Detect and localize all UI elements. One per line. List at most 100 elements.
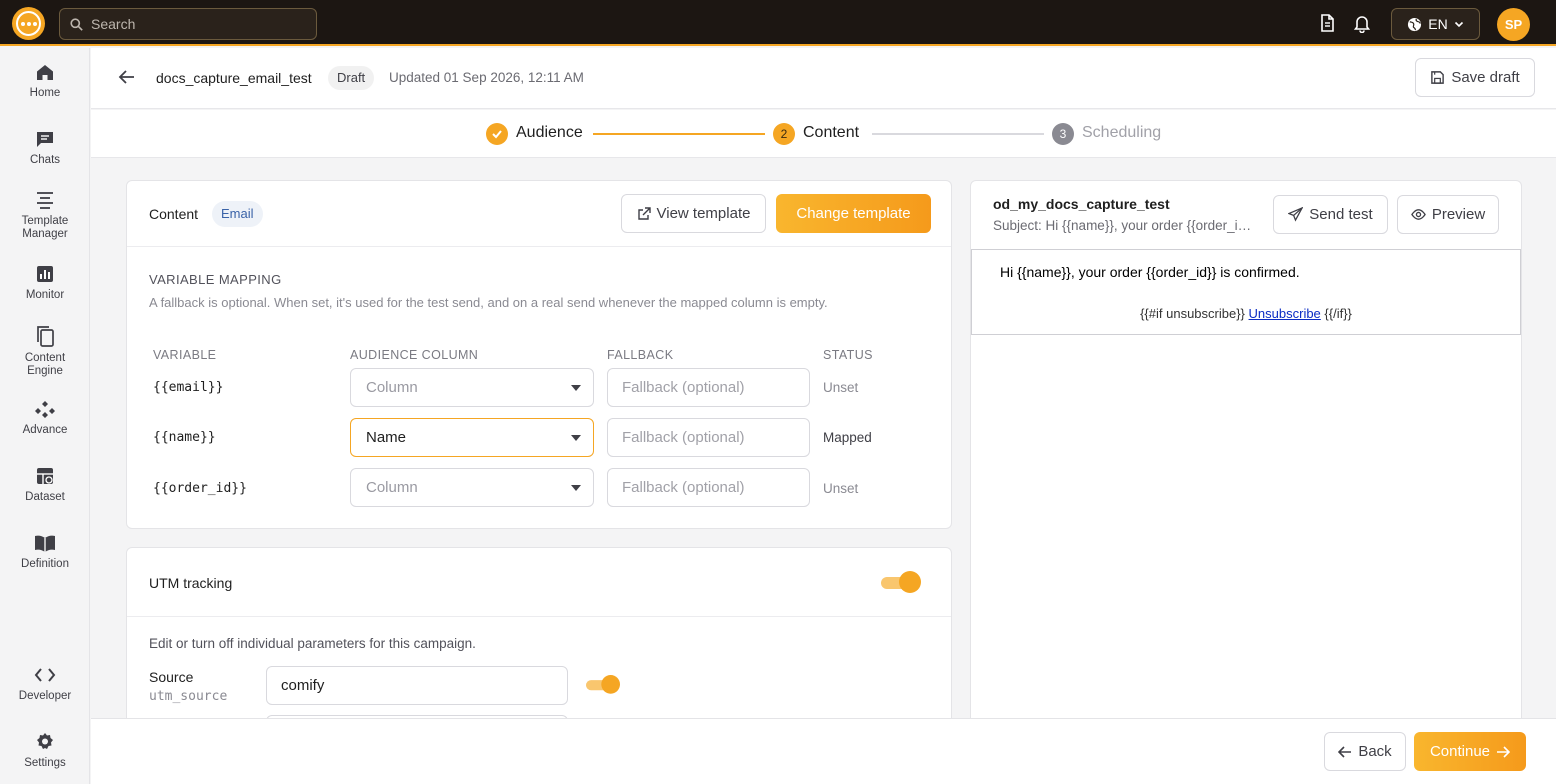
send-test-button[interactable]: Send test bbox=[1273, 195, 1388, 234]
column-header-audience-column: AUDIENCE COLUMN bbox=[350, 348, 479, 362]
app-logo[interactable] bbox=[12, 7, 45, 40]
step-audience-done[interactable] bbox=[486, 123, 508, 145]
content-card: Content Email View template Change templ… bbox=[126, 180, 952, 529]
content-card-title: Content bbox=[149, 206, 199, 222]
fallback-input[interactable] bbox=[607, 468, 810, 507]
sidebar-item-monitor[interactable]: Monitor bbox=[0, 264, 90, 302]
save-icon bbox=[1431, 71, 1445, 84]
sidebar-item-definition[interactable]: Definition bbox=[0, 533, 90, 571]
column-header-status: STATUS bbox=[823, 348, 873, 362]
top-bar: Search EN SP bbox=[0, 0, 1556, 46]
sidebar-item-label: Home bbox=[29, 87, 61, 99]
chevron-down-icon bbox=[1454, 21, 1463, 28]
user-avatar[interactable]: SP bbox=[1497, 8, 1530, 41]
email-footer: {{#if unsubscribe}} Unsubscribe {{/if}} bbox=[972, 306, 1520, 321]
step-content-number[interactable]: 2 bbox=[773, 123, 795, 145]
unsubscribe-link[interactable]: Unsubscribe bbox=[1249, 306, 1321, 321]
email-subject: Subject: Hi {{name}}, your order {{order… bbox=[993, 218, 1258, 233]
caret-down-icon bbox=[571, 385, 581, 391]
preview-label: Preview bbox=[1431, 206, 1486, 223]
sidebar-item-label: Definition bbox=[21, 558, 69, 570]
back-label: Back bbox=[1358, 743, 1392, 760]
code-icon bbox=[34, 668, 56, 682]
continue-label: Continue bbox=[1429, 743, 1491, 760]
toggle-knob bbox=[899, 571, 921, 593]
arrow-right-icon bbox=[1497, 745, 1511, 758]
change-template-label: Change template bbox=[796, 205, 911, 222]
audience-column-select[interactable]: Column bbox=[350, 368, 594, 407]
sidebar-item-template-manager[interactable]: Template Manager bbox=[0, 190, 90, 241]
step-scheduling-label[interactable]: Scheduling bbox=[1082, 124, 1161, 142]
sidebar-item-content-engine[interactable]: Content Engine bbox=[0, 325, 90, 378]
column-header-fallback: FALLBACK bbox=[607, 348, 674, 362]
step-scheduling-number[interactable]: 3 bbox=[1052, 123, 1074, 145]
preview-button[interactable]: Preview bbox=[1397, 195, 1499, 234]
sidebar-item-chats[interactable]: Chats bbox=[0, 129, 90, 167]
step-content-label[interactable]: Content bbox=[803, 124, 859, 142]
sidebar-item-label: Chats bbox=[29, 154, 61, 166]
variable-name: {{name}} bbox=[153, 430, 216, 445]
definition-icon bbox=[35, 535, 55, 552]
send-test-label: Send test bbox=[1309, 206, 1373, 223]
toggle-knob bbox=[601, 675, 620, 694]
audience-column-select[interactable]: Name bbox=[350, 418, 594, 457]
caret-down-icon bbox=[571, 435, 581, 441]
continue-button[interactable]: Continue bbox=[1414, 732, 1526, 771]
utm-source-input[interactable] bbox=[266, 666, 568, 705]
sidebar-item-developer[interactable]: Developer bbox=[0, 665, 90, 703]
progress-stepper: Audience 2 Content 3 Scheduling bbox=[91, 110, 1556, 158]
template-icon bbox=[37, 192, 53, 209]
search-box[interactable]: Search bbox=[59, 8, 317, 40]
email-render-frame: Hi {{name}}, your order {{order_id}} is … bbox=[971, 249, 1521, 335]
search-icon bbox=[70, 17, 83, 31]
eye-icon bbox=[1410, 209, 1426, 220]
language-selector[interactable]: EN bbox=[1391, 8, 1480, 40]
sidebar-item-label: Developer bbox=[18, 690, 72, 702]
select-value: Column bbox=[366, 379, 418, 396]
sidebar-item-home[interactable]: Home bbox=[0, 62, 90, 100]
save-draft-button[interactable]: Save draft bbox=[1415, 58, 1535, 97]
fallback-input[interactable] bbox=[607, 418, 810, 457]
audience-column-select[interactable]: Column bbox=[350, 468, 594, 507]
bell-icon[interactable] bbox=[1352, 13, 1372, 33]
home-icon bbox=[37, 65, 53, 80]
template-name: od_my_docs_capture_test bbox=[993, 196, 1170, 212]
step-connector bbox=[593, 133, 765, 135]
updated-timestamp: Updated 01 Sep 2026, 12:11 AM bbox=[389, 70, 584, 85]
utm-source-label: Source bbox=[149, 669, 194, 685]
column-header-variable: VARIABLE bbox=[153, 348, 217, 362]
chat-icon bbox=[37, 132, 53, 147]
arrow-left-icon bbox=[1338, 745, 1352, 758]
utm-tracking-toggle[interactable] bbox=[881, 571, 921, 593]
variable-name: {{email}} bbox=[153, 380, 224, 395]
document-icon[interactable] bbox=[1317, 13, 1337, 33]
card-divider bbox=[127, 616, 951, 617]
advance-icon bbox=[35, 401, 55, 418]
campaign-header: docs_capture_email_test Draft Updated 01… bbox=[91, 48, 1556, 109]
view-template-label: View template bbox=[656, 205, 751, 222]
back-button[interactable]: Back bbox=[1324, 732, 1406, 771]
caret-down-icon bbox=[571, 485, 581, 491]
change-template-button[interactable]: Change template bbox=[776, 194, 931, 233]
fallback-input[interactable] bbox=[607, 368, 810, 407]
send-icon bbox=[1288, 207, 1304, 222]
status-badge: Draft bbox=[328, 66, 375, 90]
sidebar-item-advance[interactable]: Advance bbox=[0, 399, 90, 437]
step-audience-label[interactable]: Audience bbox=[516, 124, 583, 142]
mapping-status: Unset bbox=[823, 481, 859, 496]
campaign-name: docs_capture_email_test bbox=[156, 70, 312, 86]
logo-icon bbox=[16, 11, 41, 36]
sidebar-item-label: Monitor bbox=[25, 289, 65, 301]
view-template-button[interactable]: View template bbox=[621, 194, 766, 233]
wizard-footer: Back Continue bbox=[91, 718, 1556, 784]
mapping-status: Unset bbox=[823, 380, 859, 395]
save-draft-label: Save draft bbox=[1451, 69, 1520, 86]
sidebar: Home Chats Template Manager Monitor Cont… bbox=[0, 48, 90, 784]
sidebar-item-label: Settings bbox=[24, 757, 66, 769]
sidebar-item-settings[interactable]: Settings bbox=[0, 732, 90, 770]
sidebar-item-dataset[interactable]: Dataset bbox=[0, 466, 90, 504]
utm-source-toggle[interactable] bbox=[586, 675, 620, 694]
card-divider bbox=[127, 246, 951, 247]
variable-mapping-description: A fallback is optional. When set, it's u… bbox=[149, 295, 828, 310]
back-arrow-icon[interactable] bbox=[118, 68, 136, 86]
